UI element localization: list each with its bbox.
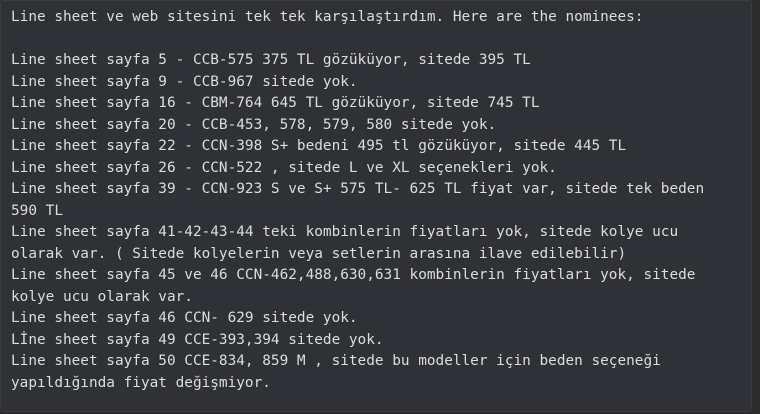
code-block: Line sheet ve web sitesini tek tek karşı… [0,0,752,412]
text-line: Line sheet sayfa 45 ve 46 CCN-462,488,63… [11,267,705,305]
text-line: Line sheet sayfa 41-42-43-44 teki kombin… [11,224,687,262]
text-line: Line sheet sayfa 9 - CCB-967 sitede yok. [11,73,358,90]
text-line: Line sheet sayfa 39 - CCN-923 S ve S+ 57… [11,181,713,219]
text-line: Lİne sheet sayfa 49 CCE-393,394 sitede y… [11,331,384,348]
text-line: Line sheet sayfa 16 - CBM-764 645 TL göz… [11,95,540,111]
text-line: Line sheet sayfa 26 - CCN-522 , sitede L… [11,159,557,176]
text-line: Line sheet sayfa 46 CCN- 629 sitede yok. [11,310,358,326]
text-line: Line sheet sayfa 5 - CCB-575 375 TL gözü… [11,52,531,68]
text-line: Line sheet sayfa 22 - CCN-398 S+ bedeni … [11,138,627,154]
code-text: Line sheet ve web sitesini tek tek karşı… [1,1,736,394]
text-line: Line sheet ve web sitesini tek tek karşı… [11,9,644,25]
text-line: Line sheet sayfa 50 CCE-834, 859 M , sit… [11,353,670,391]
text-line: Line sheet sayfa 20 - CCB-453, 578, 579,… [11,116,497,133]
